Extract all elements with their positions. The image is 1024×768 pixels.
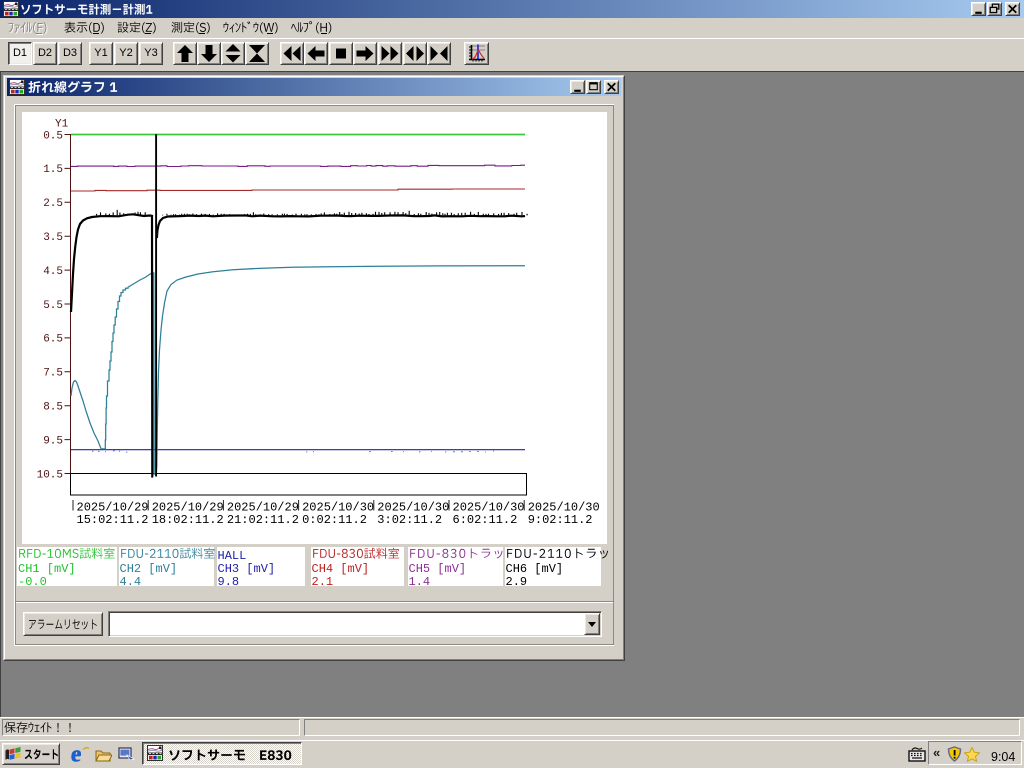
svg-text:15:02:11.2: 15:02:11.2 bbox=[77, 513, 149, 527]
svg-text:9.5: 9.5 bbox=[43, 435, 63, 447]
svg-text:6.5: 6.5 bbox=[43, 334, 63, 346]
svg-text:6:02:11.2: 6:02:11.2 bbox=[453, 513, 518, 527]
svg-text:5.5: 5.5 bbox=[43, 300, 63, 312]
svg-text:Y1: Y1 bbox=[55, 119, 69, 131]
svg-text:0:02:11.2: 0:02:11.2 bbox=[302, 513, 367, 527]
svg-text:0.5: 0.5 bbox=[43, 130, 63, 142]
svg-text:4.5: 4.5 bbox=[43, 266, 63, 278]
svg-text:1.5: 1.5 bbox=[43, 164, 63, 176]
svg-text:9:02:11.2: 9:02:11.2 bbox=[528, 513, 593, 527]
svg-text:10.5: 10.5 bbox=[37, 469, 63, 481]
svg-text:21:02:11.2: 21:02:11.2 bbox=[227, 513, 299, 527]
svg-text:18:02:11.2: 18:02:11.2 bbox=[152, 513, 224, 527]
svg-text:2.5: 2.5 bbox=[43, 198, 63, 210]
svg-text:8.5: 8.5 bbox=[43, 402, 63, 414]
svg-text:7.5: 7.5 bbox=[43, 368, 63, 380]
svg-text:3.5: 3.5 bbox=[43, 232, 63, 244]
svg-text:3:02:11.2: 3:02:11.2 bbox=[377, 513, 442, 527]
